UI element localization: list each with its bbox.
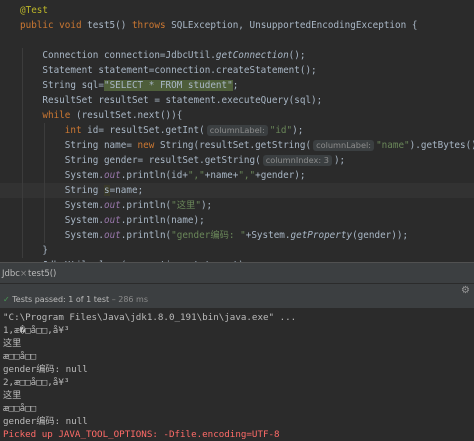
code-token: ).getBytes(),	[409, 140, 474, 151]
code-token: "name"	[376, 140, 410, 151]
code-token: .println(id+	[120, 170, 188, 181]
code-token: ();	[288, 50, 306, 61]
code-token: +System.	[245, 230, 291, 241]
code-token: "这里"	[171, 200, 201, 211]
code-line[interactable]: public void test5() throws SQLException,…	[20, 18, 417, 33]
code-token: +name+	[204, 170, 239, 181]
code-token: "SELECT * FROM student"	[103, 80, 233, 91]
parameter-hint: columnLabel:	[206, 125, 268, 136]
code-token: int	[64, 125, 88, 136]
code-line[interactable]: Connection connection=JdbcUtil.getConnec…	[20, 48, 305, 63]
code-token: out	[103, 200, 121, 211]
console-line: "C:\Program Files\Java\jdk1.8.0_191\bin\…	[3, 312, 297, 323]
code-token: System.	[20, 200, 104, 211]
console-line: 2,æ□□å□□,å¥³	[3, 377, 70, 388]
code-line[interactable]: }	[20, 243, 48, 258]
code-token: );	[292, 125, 304, 136]
code-token: );	[200, 200, 213, 211]
test-duration: – 286 ms	[111, 295, 149, 304]
code-token: getConnection	[215, 50, 289, 61]
code-token: }	[20, 245, 48, 256]
code-line[interactable]: System.out.println("这里");	[20, 198, 212, 213]
tab-test5[interactable]: test5()	[28, 269, 56, 279]
code-token: Statement statement=connection.createSta…	[20, 65, 317, 76]
code-token: ;	[232, 80, 239, 91]
tests-passed-label: Tests passed: 1 of 1 test	[12, 295, 110, 304]
code-token: System.	[20, 215, 104, 226]
code-token: new	[137, 140, 160, 151]
code-token: SQLException, UnsupportedEncodingExcepti…	[171, 20, 418, 31]
console-line: Picked up JAVA_TOOL_OPTIONS: -Dfile.enco…	[3, 429, 280, 440]
code-token: while	[42, 110, 76, 121]
console-line: 1,æ�□å□□,å¥³	[3, 325, 70, 336]
code-token: ","	[238, 170, 256, 181]
code-token: "id"	[269, 125, 293, 136]
code-token: (gender));	[352, 230, 409, 241]
code-token: getProperty	[290, 230, 353, 241]
code-line[interactable]: String sql="SELECT * FROM student";	[20, 78, 238, 93]
code-line[interactable]: String name= new String(resultSet.getStr…	[20, 138, 474, 153]
console-line: 这里	[3, 338, 22, 349]
code-editor[interactable]: @Test public void test5() throws SQLExcep…	[0, 0, 474, 262]
test-status-bar: ✓ Tests passed: 1 of 1 test – 286 ms ⚙	[0, 284, 474, 308]
code-line[interactable]: int id= resultSet.getInt(columnLabel: "id…	[20, 123, 303, 138]
console-line: æ□□å□□	[3, 403, 37, 414]
code-token: test5()	[87, 20, 132, 31]
code-token: String sql=	[20, 80, 104, 91]
code-line[interactable]: String s=name;	[20, 183, 143, 198]
code-token: id= resultSet.getInt(	[87, 125, 205, 136]
parameter-hint: columnIndex: 3	[262, 155, 332, 166]
code-token: String(resultSet.getString(	[159, 140, 312, 151]
console-line: gender编码: null	[3, 416, 88, 427]
code-token: out	[103, 215, 121, 226]
code-token: String	[20, 185, 104, 196]
code-token: .println(	[120, 230, 172, 241]
code-token: out	[103, 170, 121, 181]
code-token: System.	[20, 230, 104, 241]
code-line[interactable]: @Test	[20, 3, 48, 18]
code-token: System.	[20, 170, 104, 181]
code-line[interactable]: ResultSet resultSet = statement.executeQ…	[20, 93, 322, 108]
tab-close-icon[interactable]: ×	[20, 269, 27, 279]
code-token: +gender);	[255, 170, 306, 181]
code-token: throws	[131, 20, 172, 31]
code-line[interactable]: System.out.println(name);	[20, 213, 205, 228]
code-token: Connection connection=JdbcUtil.	[20, 50, 216, 61]
tab-jdbc[interactable]: Jdbc	[2, 269, 20, 279]
code-line[interactable]: Statement statement=connection.createSta…	[20, 63, 317, 78]
check-icon: ✓	[3, 295, 10, 304]
code-token: .println(	[120, 200, 172, 211]
code-token: out	[103, 230, 121, 241]
code-token: String name=	[20, 140, 138, 151]
console-line: gender编码: null	[3, 364, 88, 375]
code-token: );	[333, 155, 346, 166]
run-tabs-bar: Jdbc × test5()	[0, 266, 474, 284]
gear-icon[interactable]: ⚙	[461, 286, 470, 296]
parameter-hint: columnLabel:	[313, 140, 375, 151]
code-token: String gender= resultSet.getString(	[20, 155, 261, 166]
code-line[interactable]: System.out.println(id+","+name+","+gende…	[20, 168, 306, 183]
code-token: ","	[187, 170, 205, 181]
code-line[interactable]: while (resultSet.next()){	[20, 108, 182, 123]
console-line: æ□□å□□	[3, 351, 37, 362]
tests-passed-text: ✓ Tests passed: 1 of 1 test – 286 ms	[3, 295, 148, 304]
code-token: .println(name);	[120, 215, 205, 226]
code-token: =name;	[109, 185, 144, 196]
code-token: @Test	[20, 5, 48, 16]
console-line: 这里	[3, 390, 22, 401]
code-token: ResultSet resultSet = statement.executeQ…	[20, 95, 323, 106]
code-line[interactable]: System.out.println("gender编码: "+System.g…	[20, 228, 408, 243]
code-token: public void	[20, 20, 88, 31]
code-line[interactable]: String gender= resultSet.getString(colum…	[20, 153, 345, 168]
code-token: (resultSet.next()){	[75, 110, 183, 121]
run-console[interactable]: "C:\Program Files\Java\jdk1.8.0_191\bin\…	[0, 308, 474, 441]
code-token: "gender编码: "	[171, 230, 246, 241]
